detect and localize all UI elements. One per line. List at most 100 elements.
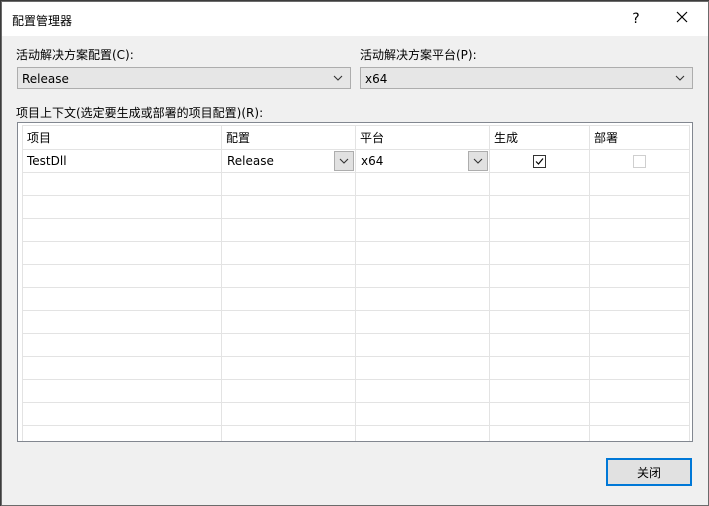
empty-cell xyxy=(489,333,590,357)
close-window-button[interactable] xyxy=(660,6,704,32)
project-config-dropdown[interactable]: Release xyxy=(223,151,355,172)
project-config-cell[interactable]: Release xyxy=(221,149,356,173)
close-icon xyxy=(676,11,688,27)
empty-cell xyxy=(589,172,690,196)
close-button[interactable]: 关闭 xyxy=(606,458,692,486)
solution-platform-dropdown[interactable]: x64 xyxy=(360,67,693,89)
empty-cell xyxy=(489,287,590,311)
empty-cell xyxy=(221,333,356,357)
empty-cell xyxy=(221,172,356,196)
empty-cell xyxy=(489,402,590,426)
empty-cell xyxy=(489,356,590,380)
build-cell[interactable] xyxy=(489,149,590,173)
empty-cell xyxy=(355,425,490,441)
project-config-dropdown-button[interactable] xyxy=(334,151,354,171)
column-header-build[interactable]: 生成 xyxy=(489,125,590,150)
empty-cell xyxy=(22,287,222,311)
table-row xyxy=(22,402,690,426)
empty-cell xyxy=(355,241,490,265)
solution-platform-value: x64 xyxy=(365,72,388,86)
table-row xyxy=(22,195,690,219)
empty-cell xyxy=(221,425,356,441)
column-header-project[interactable]: 项目 xyxy=(22,125,222,150)
empty-cell xyxy=(589,195,690,219)
empty-cell xyxy=(22,172,222,196)
table-row[interactable]: TestDll Release x64 xyxy=(22,149,690,173)
empty-cell xyxy=(355,356,490,380)
empty-cell xyxy=(355,218,490,242)
project-platform-cell[interactable]: x64 xyxy=(355,149,490,173)
chevron-down-icon xyxy=(332,72,344,84)
empty-cell xyxy=(22,264,222,288)
empty-cell xyxy=(355,287,490,311)
empty-cell xyxy=(355,264,490,288)
empty-cell xyxy=(355,195,490,219)
project-platform-dropdown[interactable]: x64 xyxy=(357,151,489,172)
solution-platform-label: 活动解决方案平台(P): xyxy=(360,48,477,62)
empty-cell xyxy=(22,218,222,242)
empty-cell xyxy=(355,402,490,426)
empty-cell xyxy=(22,379,222,403)
project-table: 项目 配置 平台 生成 部署 TestDll Release x64 xyxy=(22,125,690,441)
build-checkbox[interactable] xyxy=(533,155,546,168)
empty-cell xyxy=(22,425,222,441)
column-header-config[interactable]: 配置 xyxy=(221,125,356,150)
empty-cell xyxy=(22,333,222,357)
table-row xyxy=(22,425,690,441)
deploy-cell xyxy=(589,149,690,173)
project-contexts-label: 项目上下文(选定要生成或部署的项目配置)(R): xyxy=(16,106,264,120)
empty-cell xyxy=(489,310,590,334)
empty-cell xyxy=(589,402,690,426)
project-platform-dropdown-button[interactable] xyxy=(468,151,488,171)
empty-cell xyxy=(589,241,690,265)
deploy-checkbox xyxy=(633,155,646,168)
empty-cell xyxy=(589,218,690,242)
table-row xyxy=(22,356,690,380)
project-contexts-grid[interactable]: 项目 配置 平台 生成 部署 TestDll Release x64 xyxy=(17,122,693,442)
configuration-manager-dialog: 配置管理器 ? 活动解决方案配置(C): Release 活动解决方案平台(P)… xyxy=(1,1,709,506)
table-row xyxy=(22,172,690,196)
empty-cell xyxy=(589,356,690,380)
chevron-down-icon xyxy=(473,158,483,164)
empty-cell xyxy=(221,218,356,242)
empty-cell xyxy=(22,310,222,334)
empty-cell xyxy=(489,172,590,196)
empty-cell xyxy=(355,172,490,196)
table-row xyxy=(22,379,690,403)
empty-cell xyxy=(489,264,590,288)
dialog-title: 配置管理器 xyxy=(12,14,73,28)
project-config-value: Release xyxy=(227,154,274,168)
table-row xyxy=(22,333,690,357)
empty-cell xyxy=(589,310,690,334)
help-button[interactable]: ? xyxy=(614,6,658,32)
empty-cell xyxy=(221,402,356,426)
empty-cell xyxy=(589,287,690,311)
empty-cell xyxy=(489,195,590,219)
empty-cell xyxy=(22,402,222,426)
empty-cell xyxy=(22,195,222,219)
empty-cell xyxy=(489,218,590,242)
checkmark-icon xyxy=(535,158,544,165)
empty-cell xyxy=(589,264,690,288)
empty-cell xyxy=(221,356,356,380)
empty-cell xyxy=(355,379,490,403)
table-row xyxy=(22,218,690,242)
empty-cell xyxy=(221,310,356,334)
solution-config-dropdown[interactable]: Release xyxy=(17,67,351,89)
empty-cell xyxy=(221,264,356,288)
empty-cell xyxy=(22,241,222,265)
empty-cell xyxy=(221,379,356,403)
chevron-down-icon xyxy=(674,72,686,84)
column-header-deploy[interactable]: 部署 xyxy=(589,125,690,150)
solution-config-value: Release xyxy=(22,72,69,86)
empty-cell xyxy=(489,425,590,441)
project-platform-value: x64 xyxy=(361,154,384,168)
project-name-cell[interactable]: TestDll xyxy=(22,149,222,173)
empty-cell xyxy=(589,425,690,441)
table-header-row: 项目 配置 平台 生成 部署 xyxy=(22,125,690,150)
empty-cell xyxy=(589,333,690,357)
chevron-down-icon xyxy=(339,158,349,164)
empty-cell xyxy=(355,333,490,357)
column-header-platform[interactable]: 平台 xyxy=(355,125,490,150)
table-row xyxy=(22,264,690,288)
